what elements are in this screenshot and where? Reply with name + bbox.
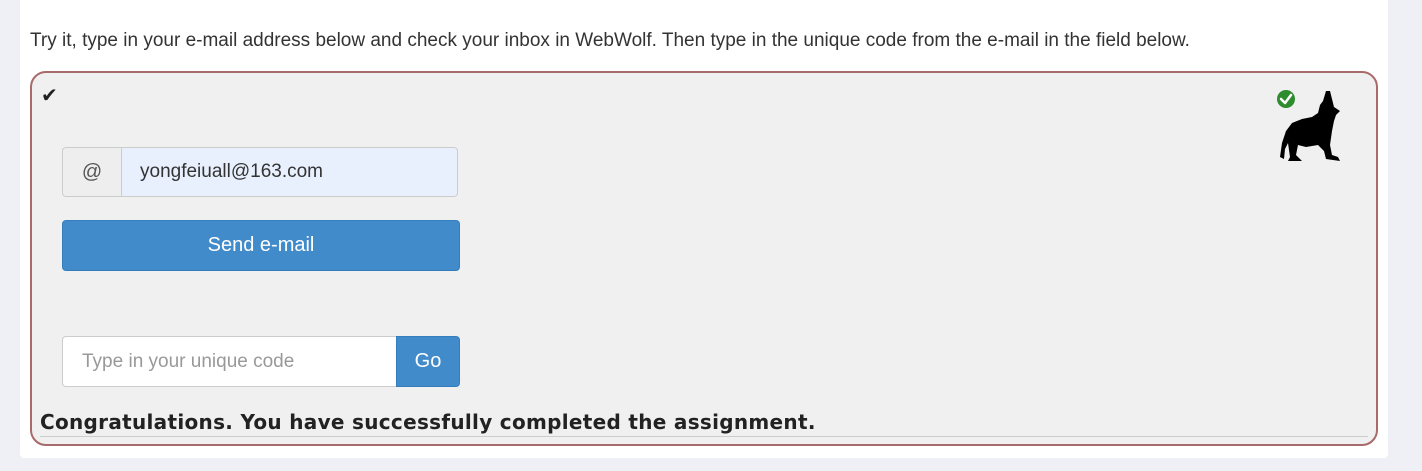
lesson-instructions: Try it, type in your e-mail address belo…	[30, 30, 1190, 51]
go-button[interactable]: Go	[396, 336, 460, 387]
assignment-container: ✔ @ Send e-mail Go Congratulations. You …	[30, 71, 1378, 446]
success-check-icon	[1277, 90, 1295, 108]
email-input[interactable]	[121, 147, 458, 197]
send-email-button[interactable]: Send e-mail	[62, 220, 460, 271]
code-input-group: Go	[62, 336, 460, 387]
divider	[40, 436, 1368, 437]
email-addon: @	[62, 147, 121, 197]
assignment-feedback: Congratulations. You have successfully c…	[40, 410, 816, 434]
unique-code-input[interactable]	[62, 336, 396, 387]
email-input-group: @	[62, 147, 458, 197]
webwolf-solved-icon	[1277, 90, 1340, 161]
check-icon: ✔	[41, 83, 58, 107]
